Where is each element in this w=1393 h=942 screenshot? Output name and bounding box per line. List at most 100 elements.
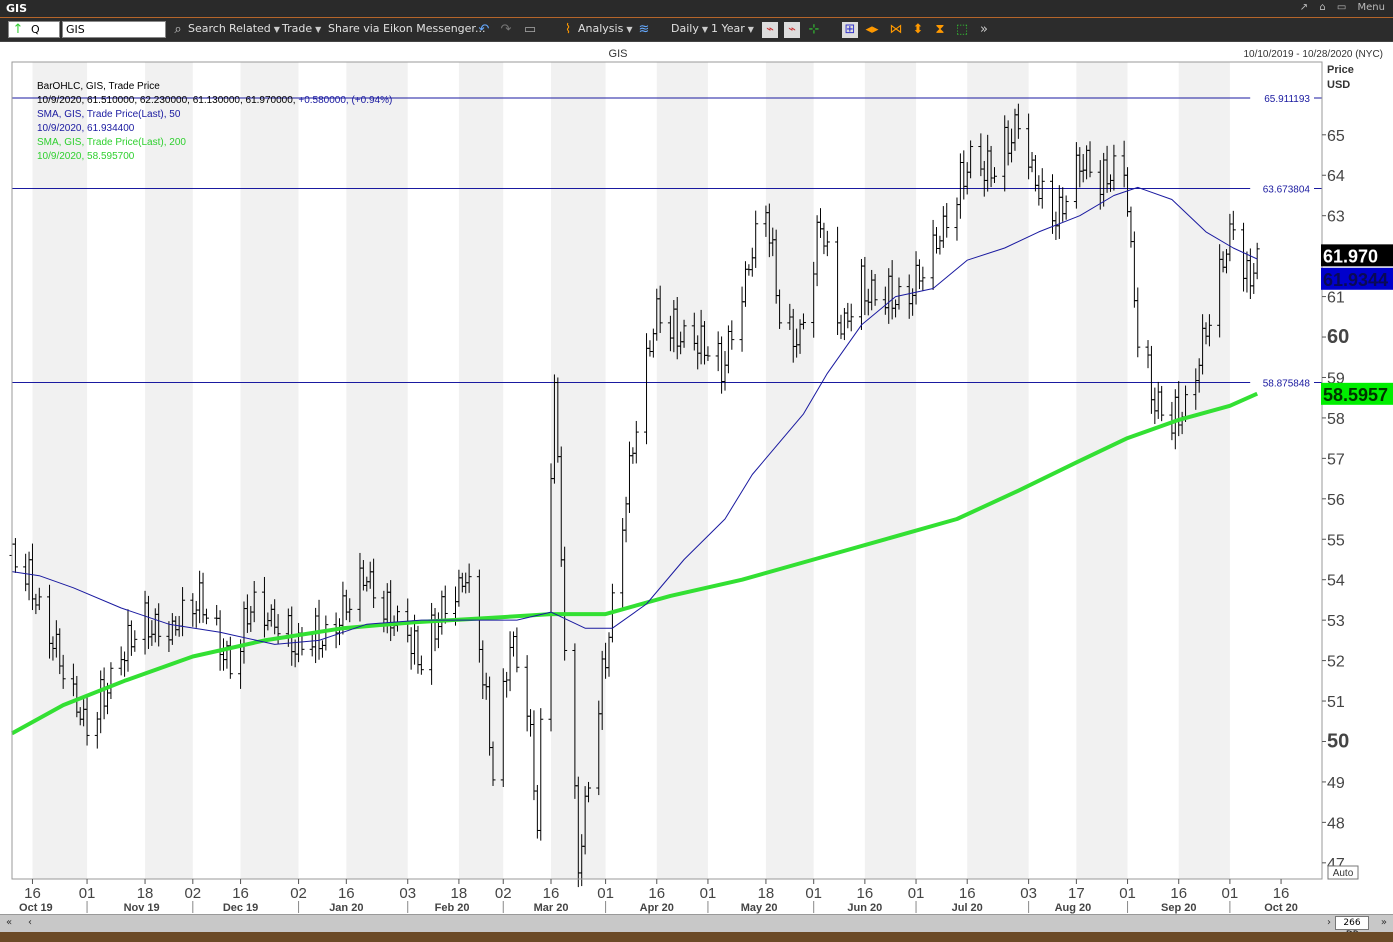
- x-tick-label: 16: [232, 885, 249, 902]
- menu-button[interactable]: Menu: [1358, 2, 1385, 13]
- toolbar: ↑ Q ↑ GIS ⌕ Search Related▼ Trade▼ Share…: [0, 18, 1393, 42]
- sma50-line: [11, 186, 1258, 645]
- x-tick-label: 16: [648, 885, 665, 902]
- x-tick-label: 02: [495, 885, 512, 902]
- wave-icon[interactable]: ≋: [636, 22, 652, 38]
- zoom-y-icon[interactable]: ⬍: [910, 22, 926, 38]
- y-tick-label: 56: [1327, 492, 1345, 509]
- undo-icon[interactable]: ↶: [476, 22, 492, 38]
- currency-label: USD: [1327, 79, 1350, 91]
- range-select[interactable]: 1 Year ▼: [711, 22, 754, 35]
- scroll-left-icon[interactable]: ◂▸: [864, 22, 880, 38]
- background-band: [346, 62, 408, 879]
- range-label: 1 Year: [711, 22, 745, 35]
- legend-ohlc-prefix: 10/9/2020, 61.510000, 62.230000, 61.1300…: [37, 95, 296, 106]
- compare-chart-icon[interactable]: ⌁: [784, 22, 800, 38]
- chart-area: 65.911193 63.673804 58.875848 47 48 49 50 51 52…: [0, 42, 1393, 942]
- line-chart-icon[interactable]: ⌁: [762, 22, 778, 38]
- chevron-down-icon: ▼: [701, 25, 708, 34]
- x-tick-label: 16: [959, 885, 976, 902]
- y-tick-label: 58: [1327, 411, 1345, 428]
- analysis-menu[interactable]: Analysis ▼: [578, 22, 632, 35]
- legend-sma200-title: SMA, GIS, Trade Price(Last), 200: [37, 137, 186, 148]
- data-points-count: 266 DP: [1335, 916, 1369, 940]
- interval-label: Daily: [671, 22, 699, 35]
- analysis-label: Analysis: [578, 22, 624, 35]
- legend-ohlc-title: BarOHLC, GIS, Trade Price: [37, 81, 160, 92]
- background-band: [1076, 62, 1128, 879]
- crosshair-icon[interactable]: ⊹: [806, 22, 822, 38]
- symbol-input[interactable]: GIS: [62, 21, 166, 38]
- background-band: [240, 62, 299, 879]
- scroll-prev-icon[interactable]: ‹: [28, 917, 32, 928]
- sma200-line: [11, 391, 1259, 736]
- x-tick-label: 01: [1222, 885, 1239, 902]
- quote-mode-value: Q: [31, 23, 40, 36]
- y-tick-labels: 47484950515253545556575859606162636465: [1322, 128, 1349, 873]
- x-tick-label: 01: [908, 885, 925, 902]
- folder-icon[interactable]: ▭: [522, 22, 538, 38]
- y-tick-label: 54: [1327, 573, 1345, 590]
- trade-label: Trade: [282, 22, 313, 35]
- auto-scale-label: Auto: [1333, 868, 1354, 879]
- search-button[interactable]: Search: [188, 22, 226, 35]
- select-icon[interactable]: ⬚: [954, 22, 970, 38]
- month-label: Feb 20: [435, 902, 470, 914]
- x-tick-label: 16: [24, 885, 41, 902]
- price-chart[interactable]: 65.91119363.67380458.875848 474849505152…: [0, 42, 1393, 914]
- scroll-first-icon[interactable]: «: [6, 917, 12, 928]
- date-range: 10/10/2019 - 10/28/2020 (NYC): [1243, 49, 1383, 60]
- zoom-x-icon[interactable]: ⋈: [888, 22, 904, 38]
- last-price-tag: 61.970: [1323, 246, 1378, 266]
- fit-icon[interactable]: ⧗: [932, 22, 948, 38]
- legend-ohlc-values: 10/9/2020, 61.510000, 62.230000, 61.1300…: [37, 95, 392, 106]
- popout-icon[interactable]: ↗: [1300, 2, 1308, 13]
- trade-menu[interactable]: Trade ▼: [282, 22, 321, 35]
- legend: BarOHLC, GIS, Trade Price 10/9/2020, 61.…: [37, 81, 392, 162]
- redo-icon[interactable]: ↷: [498, 22, 514, 38]
- legend-ohlc-change: +0.580000, (+0.94%): [298, 95, 392, 106]
- scroll-next-icon[interactable]: ›: [1327, 917, 1331, 928]
- x-tick-label: 01: [79, 885, 96, 902]
- horizontal-scrollbar[interactable]: « ‹ › 266 DP »: [0, 914, 1393, 940]
- month-label: Mar 20: [534, 902, 569, 914]
- legend-sma50-title: SMA, GIS, Trade Price(Last), 50: [37, 109, 181, 120]
- bottom-border: [0, 932, 1393, 942]
- share-button[interactable]: Share via Eikon Messenger...: [328, 22, 485, 35]
- reference-label: 58.875848: [1263, 378, 1311, 389]
- background-band: [967, 62, 1029, 879]
- month-label: May 20: [741, 902, 778, 914]
- add-panel-icon[interactable]: ⊞: [842, 22, 858, 38]
- y-tick-label: 48: [1327, 815, 1345, 832]
- x-tick-label: 01: [1119, 885, 1136, 902]
- window-controls: ↗ ⌂ ▭ Menu: [1292, 2, 1385, 13]
- legend-sma200-value: 10/9/2020, 58.595700: [37, 151, 135, 162]
- y-tick-label: 49: [1327, 775, 1345, 792]
- month-label: Aug 20: [1055, 902, 1092, 914]
- x-tick-label: 16: [1273, 885, 1290, 902]
- y-tick-label: 50: [1327, 730, 1349, 752]
- x-tick-label: 02: [184, 885, 201, 902]
- y-tick-label: 57: [1327, 451, 1345, 468]
- restore-icon[interactable]: ▭: [1337, 2, 1346, 13]
- x-tick-label: 01: [700, 885, 717, 902]
- up-arrow-icon-overlay: ↑: [12, 22, 24, 37]
- x-tick-label: 03: [1020, 885, 1037, 902]
- x-tick-label: 02: [290, 885, 307, 902]
- y-tick-label: 64: [1327, 168, 1345, 185]
- x-tick-label: 18: [758, 885, 775, 902]
- related-menu[interactable]: Related ▼: [229, 22, 280, 35]
- title-bar: GIS ↗ ⌂ ▭ Menu: [0, 0, 1393, 18]
- ohlc-bars: [9, 103, 1260, 888]
- y-tick-label: 51: [1327, 694, 1345, 711]
- month-label: Sep 20: [1161, 902, 1196, 914]
- related-label: Related: [229, 22, 271, 35]
- pin-icon[interactable]: ⌂: [1319, 2, 1325, 13]
- chevron-down-icon: ▼: [747, 25, 754, 34]
- interval-select[interactable]: Daily ▼: [671, 22, 708, 35]
- x-tick-label: 18: [137, 885, 154, 902]
- more-icon[interactable]: »: [976, 22, 992, 38]
- sma50-series: [11, 186, 1258, 645]
- x-tick-label: 01: [805, 885, 822, 902]
- scroll-last-icon[interactable]: »: [1381, 917, 1387, 928]
